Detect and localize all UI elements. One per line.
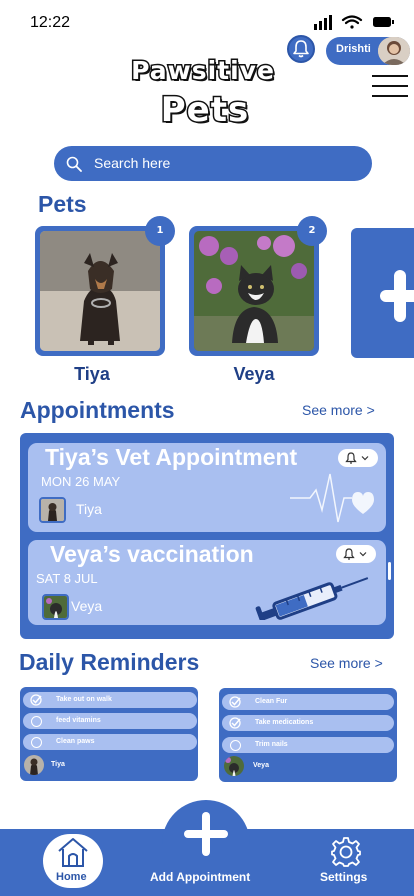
hamburger-menu-icon[interactable] bbox=[372, 74, 408, 98]
appointment-pet-thumbnail bbox=[39, 497, 66, 523]
checked-circle-icon bbox=[229, 696, 241, 708]
checked-circle-icon bbox=[229, 717, 241, 729]
appointment-title: Tiya’s Vet Appointment bbox=[45, 444, 298, 470]
status-time: 12:22 bbox=[30, 14, 71, 31]
appointment-date: MON 26 MAY bbox=[41, 474, 121, 489]
syringe-icon bbox=[255, 577, 369, 620]
task-item[interactable]: Clean paws bbox=[23, 734, 197, 750]
wifi-icon bbox=[341, 15, 363, 29]
reminder-pet-avatar bbox=[224, 756, 244, 776]
task-label: Clean Fur bbox=[255, 698, 288, 705]
task-label: Clean paws bbox=[56, 738, 95, 745]
user-name: Drishti bbox=[336, 43, 371, 55]
unchecked-circle-icon[interactable] bbox=[230, 739, 241, 751]
task-label: Trim nails bbox=[255, 741, 288, 748]
pet-name: Veya bbox=[233, 364, 275, 384]
app-logo-line2: Pets bbox=[159, 89, 250, 132]
nav-settings-label[interactable]: Settings bbox=[320, 870, 367, 884]
reminder-pet-name: Veya bbox=[253, 762, 269, 769]
task-item[interactable]: Take out on walk bbox=[23, 692, 197, 708]
heart-ecg-icon bbox=[290, 473, 374, 523]
appointment-pet-name: Veya bbox=[71, 598, 103, 614]
task-item[interactable]: Take medications bbox=[222, 715, 394, 731]
reminder-card-veya: Clean Fur Take medications Trim nails Ve… bbox=[219, 688, 397, 782]
pets-section-title: Pets bbox=[38, 191, 87, 217]
reminder-card-tiya: Take out on walk feed vitamins Clean paw… bbox=[20, 687, 198, 781]
nav-home-label: Home bbox=[56, 871, 87, 883]
pet-photo-tiya bbox=[40, 231, 160, 351]
bell-icon bbox=[343, 548, 355, 560]
pet-badge: 2 bbox=[297, 216, 327, 246]
plus-icon bbox=[380, 270, 414, 322]
signal-icon bbox=[314, 15, 332, 30]
search-placeholder: Search here bbox=[94, 155, 171, 171]
appointments-see-more-link[interactable]: See more > bbox=[302, 402, 375, 418]
task-item[interactable]: Clean Fur bbox=[222, 694, 394, 710]
add-appointment-label: Add Appointment bbox=[150, 870, 251, 884]
task-item[interactable]: Trim nails bbox=[222, 737, 394, 753]
task-item[interactable]: feed vitamins bbox=[23, 713, 197, 729]
appointment-pet-thumbnail bbox=[42, 594, 69, 620]
battery-icon bbox=[373, 17, 394, 27]
chevron-down-icon bbox=[359, 552, 367, 557]
pet-card-veya[interactable] bbox=[189, 226, 319, 356]
reminder-toggle[interactable] bbox=[336, 545, 376, 563]
task-label: Take medications bbox=[255, 719, 314, 726]
status-icons bbox=[314, 15, 394, 30]
appointment-title: Veya’s vaccination bbox=[50, 541, 254, 567]
unchecked-circle-icon[interactable] bbox=[31, 736, 42, 748]
appointment-date: SAT 8 JUL bbox=[36, 571, 98, 586]
reminders-see-more-link[interactable]: See more > bbox=[310, 655, 383, 671]
task-label: Take out on walk bbox=[56, 696, 112, 703]
pet-card-tiya[interactable] bbox=[35, 226, 165, 356]
avatar[interactable] bbox=[378, 37, 410, 65]
pet-photo-veya bbox=[194, 231, 314, 351]
pet-badge: 1 bbox=[145, 216, 175, 246]
home-icon bbox=[58, 838, 88, 867]
unchecked-circle-icon[interactable] bbox=[31, 715, 42, 727]
reminder-toggle[interactable] bbox=[338, 449, 378, 467]
app-logo-line1: Pawsitive bbox=[130, 55, 276, 87]
bell-icon bbox=[345, 452, 357, 464]
gear-icon[interactable] bbox=[330, 836, 362, 868]
reminder-pet-avatar bbox=[24, 755, 44, 775]
checked-circle-icon bbox=[30, 694, 42, 706]
appointment-pet-name: Tiya bbox=[76, 501, 102, 517]
chevron-down-icon bbox=[361, 456, 369, 461]
appointments-section-title: Appointments bbox=[20, 397, 175, 423]
plus-icon bbox=[184, 812, 228, 856]
reminders-section-title: Daily Reminders bbox=[19, 649, 200, 675]
appointments-scrollbar[interactable] bbox=[388, 562, 391, 580]
pet-name: Tiya bbox=[74, 364, 110, 384]
search-icon bbox=[66, 156, 82, 172]
reminder-pet-name: Tiya bbox=[51, 761, 65, 768]
task-label: feed vitamins bbox=[56, 717, 101, 724]
